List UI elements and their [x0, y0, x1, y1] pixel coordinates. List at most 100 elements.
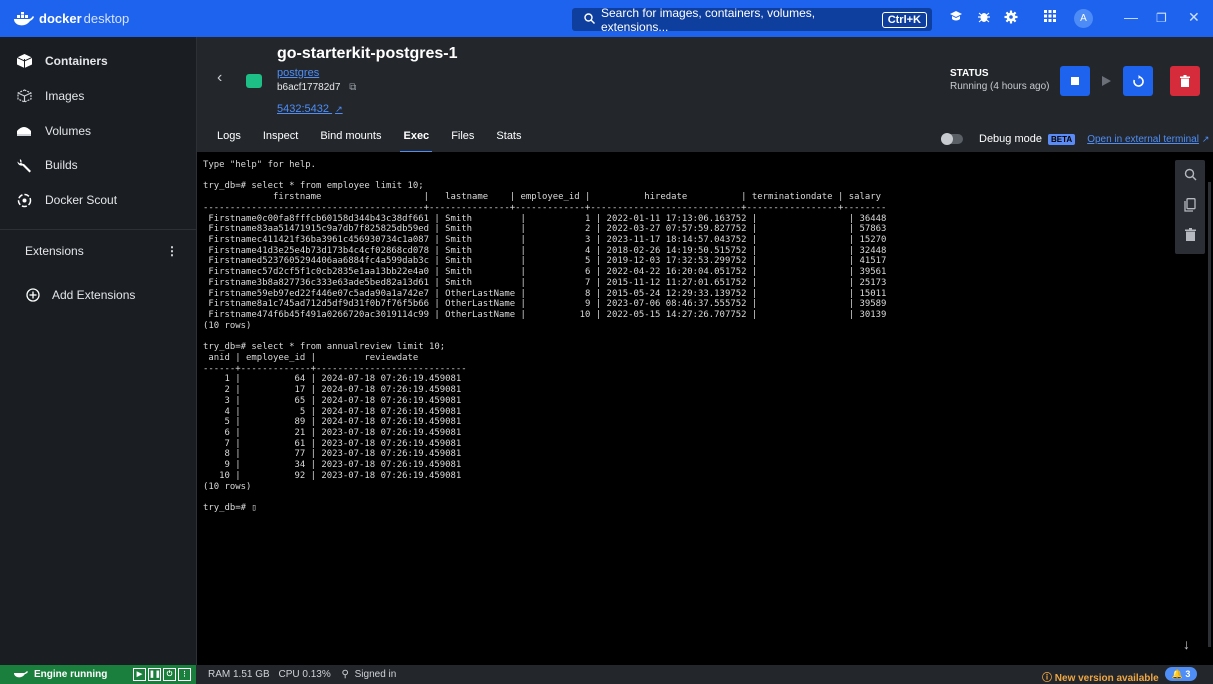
search-icon[interactable]: [1182, 168, 1198, 184]
extensions-header: Extensions ⋮: [0, 234, 196, 268]
tab-bar: Logs Inspect Bind mounts Exec Files Stat…: [197, 130, 522, 153]
status-label: STATUS: [950, 68, 989, 79]
delete-button[interactable]: [1170, 66, 1200, 96]
docker-logo: docker desktop: [13, 11, 129, 26]
engine-power-icon[interactable]: ⏻: [163, 668, 176, 681]
restart-button[interactable]: [1123, 66, 1153, 96]
close-icon[interactable]: ✕: [1188, 9, 1200, 26]
container-running-icon: [246, 74, 262, 88]
debug-mode-toggle[interactable]: [941, 133, 963, 145]
search-shortcut: Ctrl+K: [881, 11, 927, 28]
trash-icon: [1180, 75, 1190, 87]
extensions-label: Extensions: [25, 244, 84, 258]
whale-icon: [14, 11, 34, 25]
bug-icon[interactable]: [976, 10, 992, 26]
start-button[interactable]: [1091, 66, 1121, 96]
sidebar-item-label: Volumes: [45, 124, 92, 138]
search-bar[interactable]: Search for images, containers, volumes, …: [572, 5, 932, 34]
beta-badge: BETA: [1048, 133, 1076, 145]
volumes-icon: [16, 123, 32, 139]
maximize-icon[interactable]: ❐: [1156, 11, 1167, 25]
debug-mode-label: Debug mode: [979, 133, 1042, 145]
sidebar-item-label: Docker Scout: [45, 193, 118, 207]
ram-usage: RAM 1.51 GB: [208, 669, 270, 680]
logo-light-text: desktop: [83, 11, 130, 26]
open-external-terminal-link[interactable]: Open in external terminal: [1087, 134, 1199, 145]
stop-icon: [1071, 77, 1079, 85]
whale-icon: [14, 669, 28, 681]
account-avatar[interactable]: A: [1074, 9, 1093, 28]
engine-controls: ▶ ❚❚ ⏻ ⋮: [133, 668, 193, 681]
notifications-badge[interactable]: 🔔 3: [1165, 667, 1197, 681]
tab-bind-mounts[interactable]: Bind mounts: [320, 130, 381, 152]
engine-status-label: Engine running: [34, 669, 108, 680]
images-icon: [16, 88, 32, 104]
add-extensions-button[interactable]: Add Extensions: [0, 278, 196, 312]
learn-icon[interactable]: [948, 10, 964, 26]
scroll-down-arrow-icon[interactable]: ↓: [1183, 636, 1190, 652]
engine-play-icon[interactable]: ▶: [133, 668, 146, 681]
container-name: go-starterkit-postgres-1: [277, 45, 458, 62]
signed-in-label: Signed in: [354, 669, 397, 680]
sidebar-divider: [0, 229, 196, 230]
add-extensions-label: Add Extensions: [52, 288, 136, 302]
debug-mode-row: Debug mode BETA Open in external termina…: [941, 133, 1209, 145]
sidebar-item-containers[interactable]: Containers: [0, 44, 196, 78]
tab-logs[interactable]: Logs: [217, 130, 241, 152]
plus-circle-icon: [25, 287, 41, 303]
tab-inspect[interactable]: Inspect: [263, 130, 298, 152]
sidebar-item-images[interactable]: Images: [0, 79, 196, 113]
info-icon: ⓘ: [1042, 673, 1052, 684]
tab-stats[interactable]: Stats: [496, 130, 521, 152]
title-bar: docker desktop Search for images, contain…: [0, 0, 1213, 37]
stop-button[interactable]: [1060, 66, 1090, 96]
tab-files[interactable]: Files: [451, 130, 474, 152]
container-icon: [16, 53, 32, 69]
container-id-row: b6acf17782d7 ⧉: [277, 82, 356, 93]
bell-icon: 🔔: [1171, 669, 1183, 679]
sidebar-item-label: Images: [45, 89, 85, 103]
play-icon: [1101, 76, 1111, 86]
sidebar-item-label: Builds: [45, 158, 78, 172]
minimize-icon[interactable]: —: [1124, 9, 1138, 25]
scout-icon: [16, 192, 32, 208]
sidebar-item-builds[interactable]: Builds: [0, 148, 196, 182]
signed-in-icon: ⚲: [341, 669, 349, 680]
sidebar: Containers Images Volumes Builds Docker …: [0, 37, 197, 665]
container-header: ‹ go-starterkit-postgres-1 postgres b6ac…: [197, 37, 1213, 153]
logo-bold-text: docker: [39, 11, 82, 26]
sidebar-item-label: Containers: [45, 54, 108, 68]
copy-icon[interactable]: [1182, 198, 1198, 214]
copy-icon[interactable]: ⧉: [349, 82, 356, 93]
port-value: 5432:5432: [277, 103, 329, 115]
notifications-count: 3: [1185, 669, 1191, 679]
external-link-icon: ↗: [335, 104, 343, 114]
terminal[interactable]: Type "help" for help. try_db=# select * …: [197, 152, 1213, 665]
engine-menu-icon[interactable]: ⋮: [178, 668, 191, 681]
engine-status[interactable]: Engine running ▶ ❚❚ ⏻ ⋮: [0, 665, 196, 684]
extensions-menu-icon[interactable]: ⋮: [166, 244, 178, 258]
terminal-scrollbar[interactable]: [1208, 182, 1211, 647]
apps-grid-icon[interactable]: [1042, 10, 1058, 26]
sidebar-item-volumes[interactable]: Volumes: [0, 114, 196, 148]
status-bar: Engine running ▶ ❚❚ ⏻ ⋮ RAM 1.51 GB CPU …: [0, 665, 1213, 684]
new-version-link[interactable]: ⓘ New version available: [1042, 669, 1159, 684]
external-link-icon: ↗: [1201, 133, 1210, 144]
trash-icon[interactable]: [1182, 228, 1198, 244]
container-id: b6acf17782d7: [277, 82, 341, 93]
search-icon: [584, 12, 595, 27]
terminal-output: Type "help" for help. try_db=# select * …: [203, 160, 887, 513]
wrench-icon: [16, 157, 32, 173]
back-chevron-icon[interactable]: ‹: [217, 69, 222, 87]
port-link[interactable]: 5432:5432 ↗: [277, 103, 343, 115]
new-version-label: New version available: [1054, 673, 1159, 684]
cpu-usage: CPU 0.13%: [278, 669, 331, 680]
resource-stats: RAM 1.51 GB CPU 0.13% ⚲ Signed in: [208, 669, 396, 680]
image-link[interactable]: postgres: [277, 67, 319, 79]
restart-icon: [1132, 74, 1144, 87]
tab-exec[interactable]: Exec: [400, 130, 432, 153]
sidebar-item-docker-scout[interactable]: Docker Scout: [0, 183, 196, 217]
search-placeholder: Search for images, containers, volumes, …: [601, 5, 816, 34]
engine-pause-icon[interactable]: ❚❚: [148, 668, 161, 681]
settings-gear-icon[interactable]: [1003, 10, 1019, 26]
